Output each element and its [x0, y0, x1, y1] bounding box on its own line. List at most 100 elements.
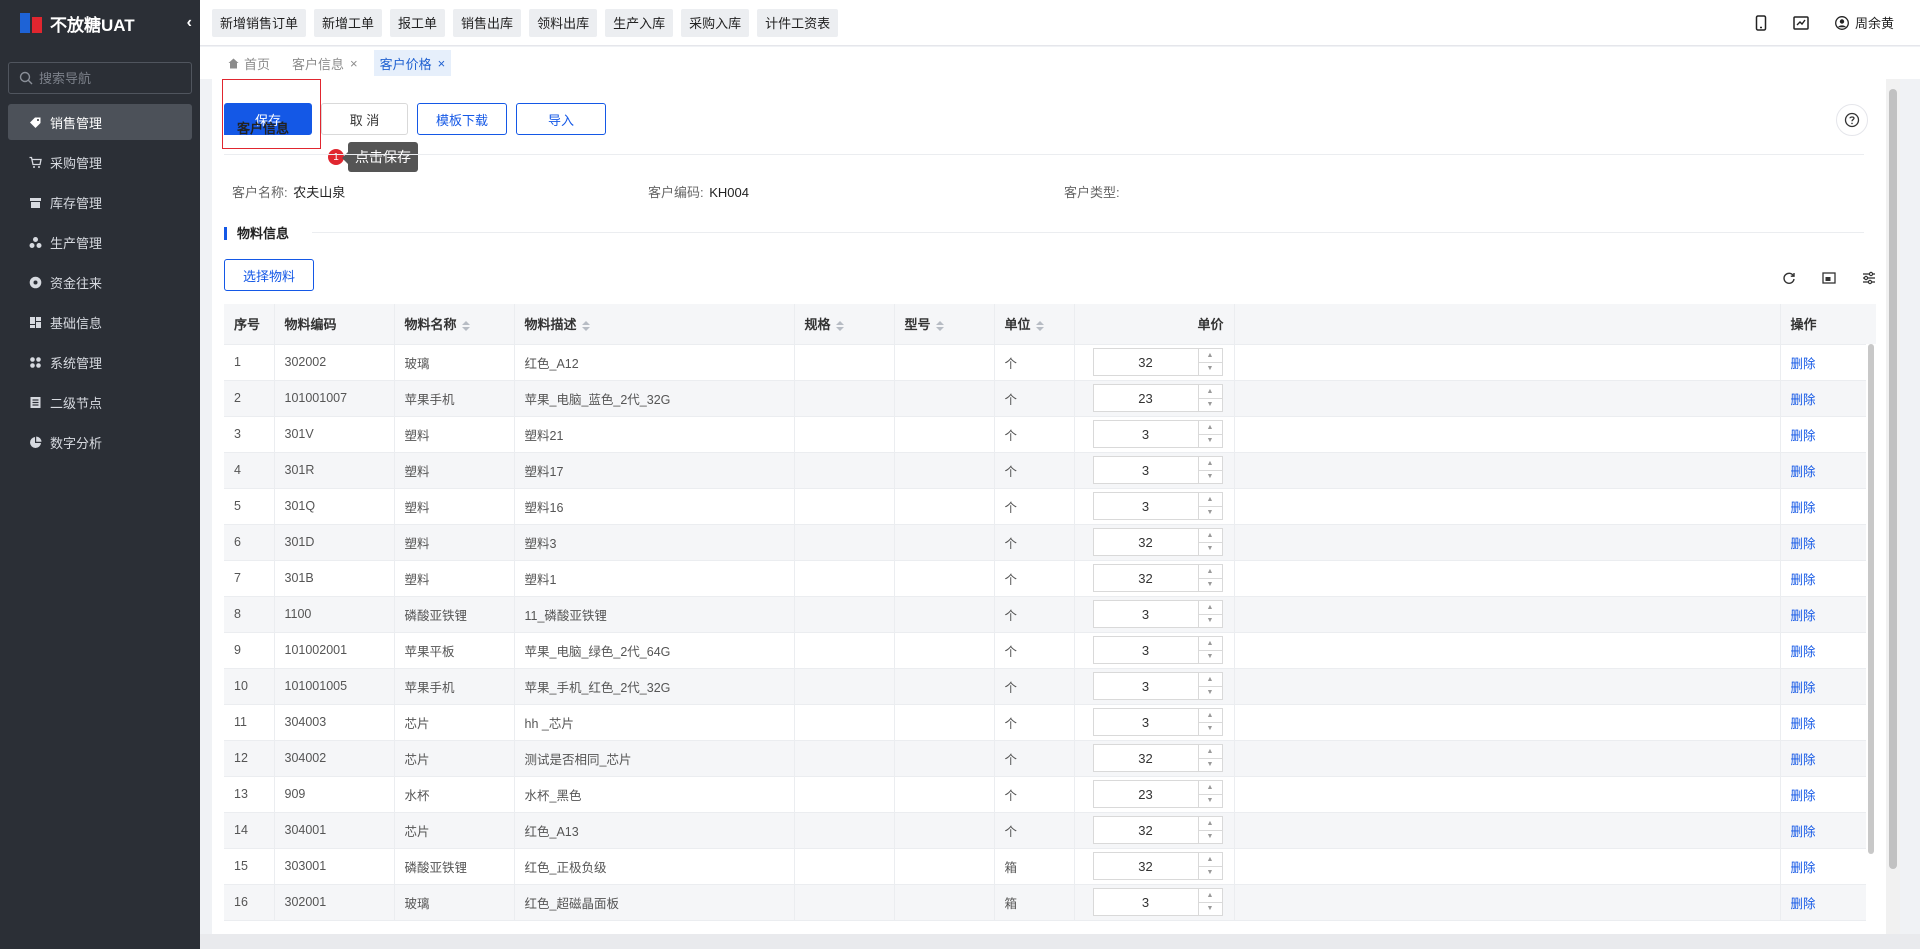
increment-icon[interactable]: ▲	[1198, 853, 1222, 867]
tab-1[interactable]: 客户信息 ×	[286, 50, 364, 76]
decrement-icon[interactable]: ▼	[1199, 435, 1222, 448]
nav-search[interactable]	[8, 62, 192, 94]
price-value[interactable]: 3	[1094, 601, 1198, 627]
delete-link[interactable]: 删除	[1791, 573, 1816, 587]
decrement-icon[interactable]: ▼	[1199, 399, 1222, 412]
col-header-desc[interactable]: 物料描述	[514, 304, 795, 345]
price-value[interactable]: 3	[1094, 709, 1198, 735]
delete-link[interactable]: 删除	[1791, 609, 1816, 623]
increment-icon[interactable]: ▲	[1198, 745, 1222, 759]
refresh-icon[interactable]	[1782, 271, 1796, 285]
quick-action-button[interactable]: 计件工资表	[757, 8, 839, 37]
price-value[interactable]: 3	[1094, 637, 1198, 663]
increment-icon[interactable]: ▲	[1198, 529, 1222, 543]
col-header-model[interactable]: 型号	[894, 304, 995, 345]
price-stepper[interactable]: 3 ▲ ▼	[1092, 888, 1223, 916]
import-button[interactable]: 导入	[516, 103, 606, 135]
sort-icon[interactable]	[935, 320, 944, 331]
decrement-icon[interactable]: ▼	[1199, 507, 1222, 520]
increment-icon[interactable]: ▲	[1198, 889, 1222, 903]
increment-icon[interactable]: ▲	[1198, 817, 1222, 831]
delete-link[interactable]: 删除	[1791, 465, 1816, 479]
price-value[interactable]: 3	[1094, 673, 1198, 699]
price-stepper[interactable]: 3 ▲ ▼	[1092, 420, 1223, 448]
delete-link[interactable]: 删除	[1791, 645, 1816, 659]
price-stepper[interactable]: 3 ▲ ▼	[1092, 600, 1223, 628]
collapse-sidebar-icon[interactable]: ‹	[187, 14, 192, 32]
price-stepper[interactable]: 32 ▲ ▼	[1092, 528, 1223, 556]
decrement-icon[interactable]: ▼	[1199, 867, 1222, 880]
quick-action-button[interactable]: 采购入库	[681, 8, 750, 37]
decrement-icon[interactable]: ▼	[1199, 687, 1222, 700]
increment-icon[interactable]: ▲	[1198, 565, 1222, 579]
increment-icon[interactable]: ▲	[1198, 637, 1222, 651]
mobile-icon[interactable]	[1755, 14, 1767, 31]
user-menu[interactable]: 周余黄	[1835, 13, 1894, 32]
price-value[interactable]: 32	[1094, 745, 1198, 771]
tab-0[interactable]: 首页	[222, 50, 276, 76]
delete-link[interactable]: 删除	[1791, 717, 1816, 731]
increment-icon[interactable]: ▲	[1198, 673, 1222, 687]
price-stepper[interactable]: 3 ▲ ▼	[1092, 672, 1223, 700]
sort-icon[interactable]	[581, 320, 590, 331]
sidebar-item-1[interactable]: 采购管理	[8, 144, 192, 180]
price-value[interactable]: 3	[1094, 457, 1198, 483]
price-value[interactable]: 3	[1094, 493, 1198, 519]
delete-link[interactable]: 删除	[1791, 681, 1816, 695]
price-stepper[interactable]: 3 ▲ ▼	[1092, 492, 1223, 520]
quick-action-button[interactable]: 报工单	[390, 8, 446, 37]
price-stepper[interactable]: 23 ▲ ▼	[1092, 780, 1223, 808]
table-scrollbar-thumb[interactable]	[1868, 344, 1874, 854]
column-settings-icon[interactable]	[1862, 271, 1876, 285]
price-value[interactable]: 23	[1094, 781, 1198, 807]
price-stepper[interactable]: 32 ▲ ▼	[1092, 816, 1223, 844]
sidebar-item-4[interactable]: 资金往来	[8, 264, 192, 300]
sidebar-item-6[interactable]: 系统管理	[8, 344, 192, 380]
sidebar-item-0[interactable]: 销售管理	[8, 104, 192, 140]
page-scrollbar[interactable]	[1886, 79, 1900, 934]
delete-link[interactable]: 删除	[1791, 393, 1816, 407]
decrement-icon[interactable]: ▼	[1199, 615, 1222, 628]
close-icon[interactable]: ×	[438, 56, 446, 71]
delete-link[interactable]: 删除	[1791, 501, 1816, 515]
delete-link[interactable]: 删除	[1791, 357, 1816, 371]
price-stepper[interactable]: 23 ▲ ▼	[1092, 384, 1223, 412]
close-icon[interactable]: ×	[350, 56, 358, 71]
nav-search-input[interactable]	[39, 70, 179, 86]
quick-action-button[interactable]: 新增工单	[314, 8, 383, 37]
delete-link[interactable]: 删除	[1791, 897, 1816, 911]
increment-icon[interactable]: ▲	[1198, 781, 1222, 795]
screen-icon[interactable]	[1793, 15, 1809, 30]
help-icon[interactable]	[1836, 104, 1868, 136]
col-header-spec[interactable]: 规格	[794, 304, 895, 345]
table-scrollbar[interactable]	[1866, 344, 1876, 934]
delete-link[interactable]: 删除	[1791, 789, 1816, 803]
decrement-icon[interactable]: ▼	[1199, 363, 1222, 376]
increment-icon[interactable]: ▲	[1198, 457, 1222, 471]
col-header-name[interactable]: 物料名称	[394, 304, 515, 345]
tab-2[interactable]: 客户价格 ×	[373, 50, 452, 76]
increment-icon[interactable]: ▲	[1198, 385, 1222, 399]
price-value[interactable]: 23	[1094, 385, 1198, 411]
decrement-icon[interactable]: ▼	[1199, 471, 1222, 484]
price-value[interactable]: 32	[1094, 529, 1198, 555]
price-stepper[interactable]: 32 ▲ ▼	[1092, 348, 1223, 376]
price-value[interactable]: 3	[1094, 421, 1198, 447]
select-material-button[interactable]: 选择物料	[224, 259, 314, 291]
sidebar-item-2[interactable]: 库存管理	[8, 184, 192, 220]
decrement-icon[interactable]: ▼	[1199, 543, 1222, 556]
price-value[interactable]: 32	[1094, 565, 1198, 591]
price-stepper[interactable]: 3 ▲ ▼	[1092, 456, 1223, 484]
fullscreen-icon[interactable]	[1822, 271, 1836, 285]
quick-action-button[interactable]: 销售出库	[453, 8, 522, 37]
delete-link[interactable]: 删除	[1791, 825, 1816, 839]
delete-link[interactable]: 删除	[1791, 753, 1816, 767]
quick-action-button[interactable]: 领料出库	[529, 8, 598, 37]
sidebar-item-5[interactable]: 基础信息	[8, 304, 192, 340]
decrement-icon[interactable]: ▼	[1199, 831, 1222, 844]
quick-action-button[interactable]: 生产入库	[605, 8, 674, 37]
price-stepper[interactable]: 32 ▲ ▼	[1092, 744, 1223, 772]
price-stepper[interactable]: 32 ▲ ▼	[1092, 852, 1223, 880]
sort-icon[interactable]	[1035, 320, 1044, 331]
price-value[interactable]: 32	[1094, 349, 1198, 375]
